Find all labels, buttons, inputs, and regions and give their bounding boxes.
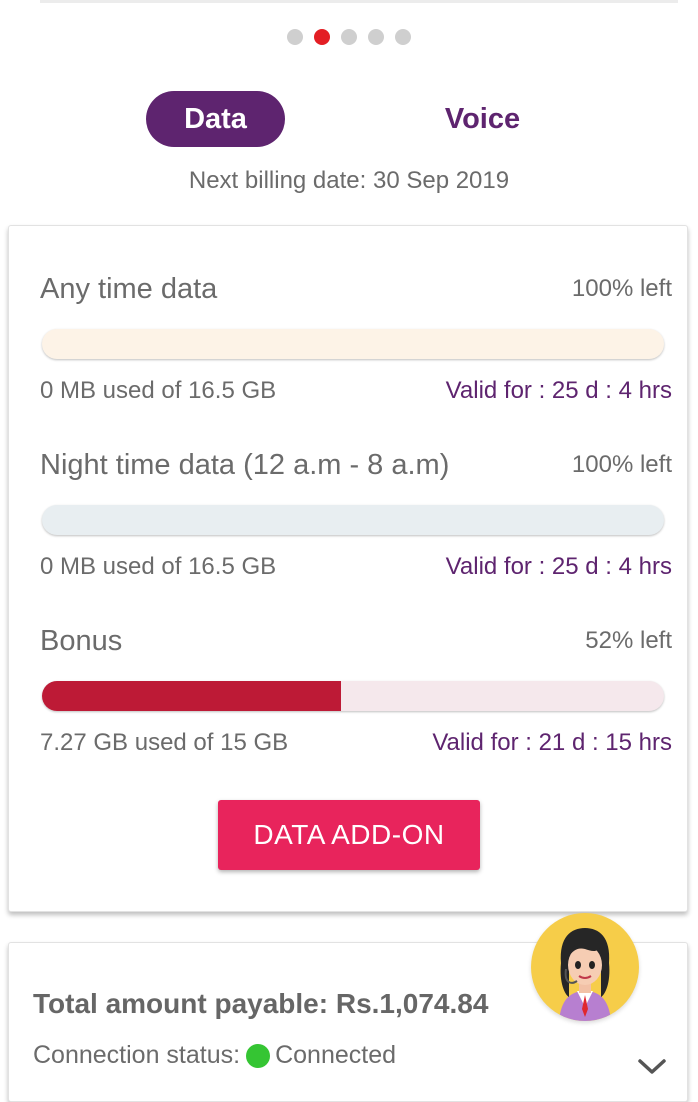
usage-validity-text: Valid for : 25 d : 4 hrs	[445, 553, 672, 580]
usage-tabs: Data Voice	[0, 91, 698, 147]
usage-progress-fill	[42, 681, 341, 711]
usage-percent-left: 52% left	[585, 627, 672, 654]
page-dot[interactable]	[287, 29, 303, 45]
page-indicator	[0, 29, 698, 45]
status-indicator-icon	[246, 1043, 271, 1068]
connection-status: Connection status: Connected	[33, 1041, 396, 1070]
usage-validity-text: Valid for : 25 d : 4 hrs	[445, 377, 672, 404]
usage-item-any-time-data: Any time data 100% left 0 MB used of 16.…	[40, 273, 672, 443]
top-divider	[40, 0, 678, 3]
assistant-avatar-icon	[559, 928, 611, 1021]
usage-title: Bonus	[40, 625, 123, 657]
total-amount-payable: Total amount payable: Rs.1,074.84	[33, 988, 489, 1019]
chevron-down-icon[interactable]	[637, 1058, 667, 1076]
assistant-avatar-button[interactable]	[531, 913, 639, 1021]
usage-title: Night time data (12 a.m - 8 a.m)	[40, 449, 450, 481]
page-dot[interactable]	[341, 29, 357, 45]
usage-used-text: 0 MB used of 16.5 GB	[40, 377, 277, 404]
usage-progress-bar	[42, 681, 664, 711]
usage-progress-bar	[42, 505, 664, 535]
tab-data[interactable]: Data	[146, 91, 285, 147]
usage-used-text: 0 MB used of 16.5 GB	[40, 553, 277, 580]
connection-status-label: Connection status:	[33, 1041, 241, 1069]
usage-card: Any time data 100% left 0 MB used of 16.…	[8, 225, 688, 912]
usage-percent-left: 100% left	[571, 451, 672, 478]
data-addon-button[interactable]: DATA ADD-ON	[218, 800, 480, 870]
usage-item-night-time-data: Night time data (12 a.m - 8 a.m) 100% le…	[40, 449, 672, 619]
next-billing-date: Next billing date: 30 Sep 2019	[188, 167, 510, 194]
usage-used-text: 7.27 GB used of 15 GB	[40, 729, 289, 756]
tab-voice[interactable]: Voice	[420, 91, 545, 147]
connection-status-value: Connected	[275, 1041, 397, 1069]
usage-title: Any time data	[40, 273, 218, 305]
usage-validity-text: Valid for : 21 d : 15 hrs	[432, 729, 672, 756]
page-dot-active[interactable]	[314, 29, 330, 45]
usage-percent-left: 100% left	[571, 275, 672, 302]
usage-progress-bar	[42, 329, 664, 359]
usage-item-bonus: Bonus 52% left 7.27 GB used of 15 GB Val…	[40, 625, 672, 795]
page-dot[interactable]	[395, 29, 411, 45]
page-dot[interactable]	[368, 29, 384, 45]
